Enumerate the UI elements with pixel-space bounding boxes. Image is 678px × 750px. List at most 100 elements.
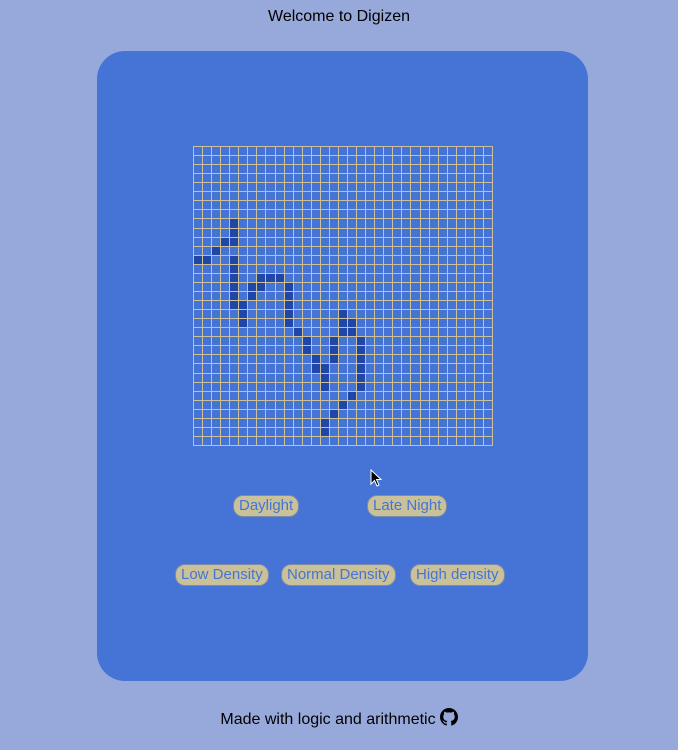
grid-cell[interactable] xyxy=(230,427,239,436)
grid-cell[interactable] xyxy=(438,282,447,291)
grid-cell[interactable] xyxy=(348,382,357,391)
grid-cell[interactable] xyxy=(284,418,293,427)
grid-cell[interactable] xyxy=(393,246,402,255)
grid-cell[interactable] xyxy=(212,418,221,427)
grid-cell[interactable] xyxy=(483,183,492,192)
grid-cell[interactable] xyxy=(456,219,465,228)
grid-cell[interactable] xyxy=(393,192,402,201)
grid-cell[interactable] xyxy=(438,255,447,264)
grid-cell[interactable] xyxy=(194,174,203,183)
grid-cell[interactable] xyxy=(221,328,230,337)
grid-cell[interactable] xyxy=(348,165,357,174)
grid-cell[interactable] xyxy=(320,364,329,373)
grid-cell[interactable] xyxy=(438,436,447,445)
grid-cell[interactable] xyxy=(329,346,338,355)
grid-cell[interactable] xyxy=(266,183,275,192)
grid-cell[interactable] xyxy=(456,319,465,328)
grid-cell[interactable] xyxy=(447,264,456,273)
grid-cell[interactable] xyxy=(420,337,429,346)
grid-cell[interactable] xyxy=(266,246,275,255)
grid-cell[interactable] xyxy=(275,228,284,237)
grid-cell[interactable] xyxy=(411,400,420,409)
grid-cell[interactable] xyxy=(438,310,447,319)
grid-cell[interactable] xyxy=(338,255,348,264)
grid-cell[interactable] xyxy=(420,328,429,337)
grid-cell[interactable] xyxy=(248,409,257,418)
grid-cell[interactable] xyxy=(483,391,492,400)
grid-cell[interactable] xyxy=(239,192,248,201)
grid-cell[interactable] xyxy=(447,301,456,310)
grid-cell[interactable] xyxy=(275,264,284,273)
grid-cell[interactable] xyxy=(402,264,411,273)
grid-cell[interactable] xyxy=(302,174,311,183)
grid-cell[interactable] xyxy=(230,364,239,373)
grid-cell[interactable] xyxy=(221,219,230,228)
grid-cell[interactable] xyxy=(465,219,474,228)
grid-cell[interactable] xyxy=(393,328,402,337)
grid-cell[interactable] xyxy=(348,400,357,409)
grid-cell[interactable] xyxy=(239,364,248,373)
grid-cell[interactable] xyxy=(375,409,384,418)
grid-cell[interactable] xyxy=(402,364,411,373)
grid-cell[interactable] xyxy=(366,409,375,418)
grid-cell[interactable] xyxy=(248,201,257,210)
grid-cell[interactable] xyxy=(212,355,221,364)
grid-cell[interactable] xyxy=(212,174,221,183)
grid-cell[interactable] xyxy=(429,210,438,219)
grid-cell[interactable] xyxy=(311,147,320,156)
grid-cell[interactable] xyxy=(248,337,257,346)
grid-cell[interactable] xyxy=(311,201,320,210)
grid-cell[interactable] xyxy=(293,246,302,255)
grid-cell[interactable] xyxy=(483,373,492,382)
grid-cell[interactable] xyxy=(194,291,203,301)
grid-cell[interactable] xyxy=(357,228,366,237)
grid-cell[interactable] xyxy=(465,364,474,373)
grid-cell[interactable] xyxy=(456,192,465,201)
grid-cell[interactable] xyxy=(357,319,366,328)
grid-cell[interactable] xyxy=(348,301,357,310)
grid-cell[interactable] xyxy=(411,165,420,174)
grid-cell[interactable] xyxy=(239,210,248,219)
grid-cell[interactable] xyxy=(384,382,393,391)
grid-cell[interactable] xyxy=(411,346,420,355)
grid-cell[interactable] xyxy=(311,409,320,418)
grid-cell[interactable] xyxy=(411,310,420,319)
grid-cell[interactable] xyxy=(311,183,320,192)
grid-cell[interactable] xyxy=(420,264,429,273)
grid-cell[interactable] xyxy=(384,373,393,382)
grid-cell[interactable] xyxy=(194,409,203,418)
grid-cell[interactable] xyxy=(402,183,411,192)
grid-cell[interactable] xyxy=(275,364,284,373)
grid-cell[interactable] xyxy=(348,273,357,282)
grid-cell[interactable] xyxy=(393,219,402,228)
grid-cell[interactable] xyxy=(329,364,338,373)
grid-cell[interactable] xyxy=(411,237,420,246)
grid-cell[interactable] xyxy=(384,192,393,201)
grid-cell[interactable] xyxy=(221,282,230,291)
grid-cell[interactable] xyxy=(357,400,366,409)
grid-cell[interactable] xyxy=(203,156,212,165)
grid-cell[interactable] xyxy=(438,192,447,201)
grid-cell[interactable] xyxy=(366,373,375,382)
grid-cell[interactable] xyxy=(257,174,266,183)
grid-cell[interactable] xyxy=(338,418,348,427)
grid-cell[interactable] xyxy=(456,400,465,409)
grid-cell[interactable] xyxy=(474,373,483,382)
grid-cell[interactable] xyxy=(320,246,329,255)
grid-cell[interactable] xyxy=(366,400,375,409)
grid-cell[interactable] xyxy=(203,201,212,210)
grid-cell[interactable] xyxy=(483,409,492,418)
grid-cell[interactable] xyxy=(375,273,384,282)
grid-cell[interactable] xyxy=(429,264,438,273)
grid-cell[interactable] xyxy=(257,364,266,373)
grid-cell[interactable] xyxy=(456,183,465,192)
grid-cell[interactable] xyxy=(221,337,230,346)
grid-cell[interactable] xyxy=(257,409,266,418)
grid-cell[interactable] xyxy=(465,427,474,436)
grid-cell[interactable] xyxy=(221,237,230,246)
grid-cell[interactable] xyxy=(366,246,375,255)
grid-cell[interactable] xyxy=(284,382,293,391)
grid-cell[interactable] xyxy=(257,319,266,328)
grid-cell[interactable] xyxy=(329,237,338,246)
grid-cell[interactable] xyxy=(293,418,302,427)
